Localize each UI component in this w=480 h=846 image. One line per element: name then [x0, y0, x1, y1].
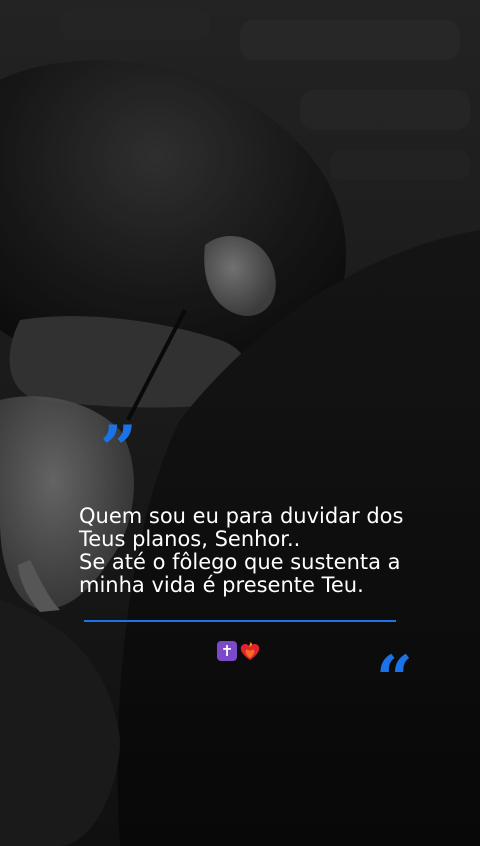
- caption-line: Teus planos, Senhor..: [79, 527, 301, 551]
- background-photo: [0, 0, 480, 846]
- latin-cross-emoji-icon: ✝: [217, 641, 237, 661]
- caption-line: minha vida é presente Teu.: [79, 573, 364, 597]
- caption-line: Quem sou eu para duvidar dos: [79, 504, 404, 528]
- closing-quote-icon: ”: [100, 412, 137, 487]
- opening-quote-icon: “: [376, 642, 413, 717]
- heart-on-fire-emoji-icon: [239, 640, 261, 662]
- accent-divider: [84, 620, 396, 622]
- quote-caption: Quem sou eu para duvidar dos Teus planos…: [79, 505, 439, 597]
- emoji-row: ✝: [217, 640, 261, 662]
- caption-line: Se até o fôlego que sustenta a: [79, 550, 401, 574]
